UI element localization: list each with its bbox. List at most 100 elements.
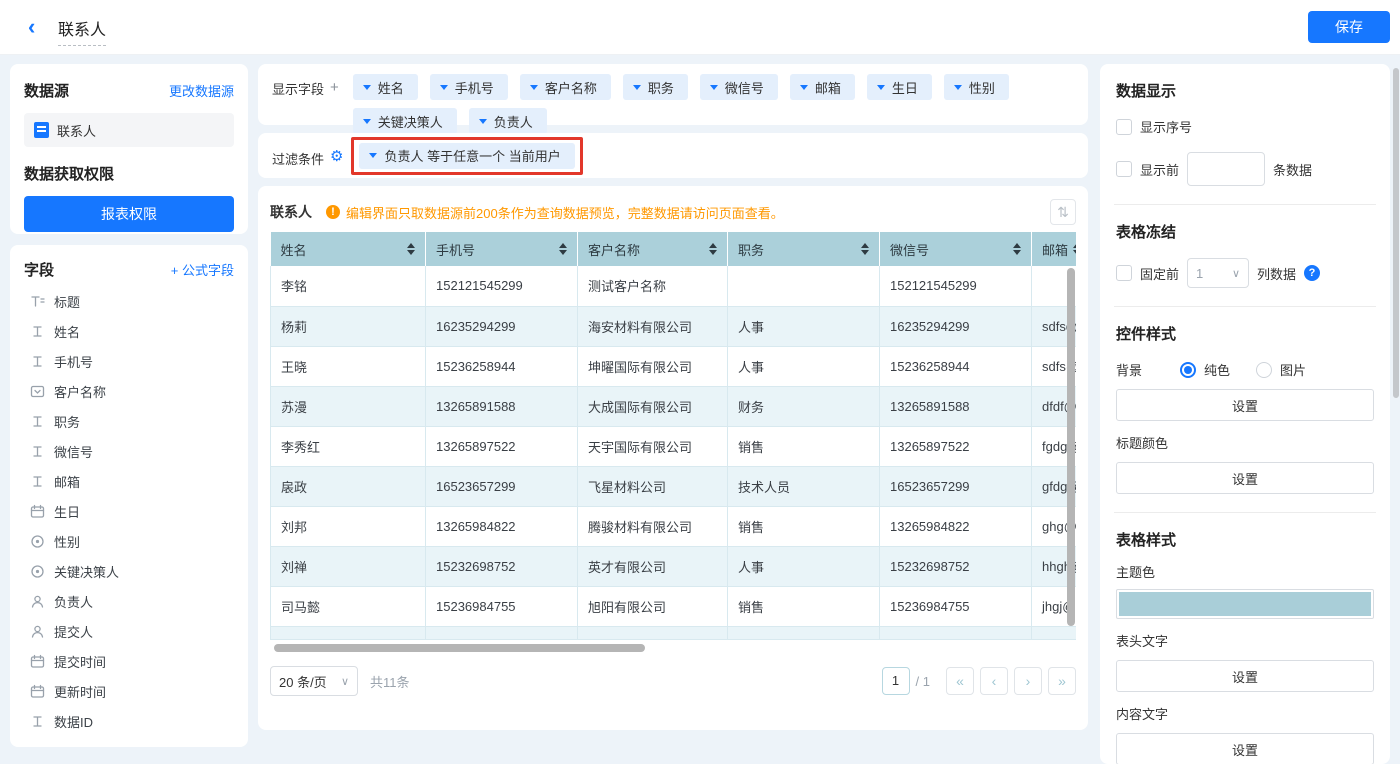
show-first-count-input[interactable]: [1187, 152, 1265, 186]
display-fields-panel: 显示字段 + 姓名手机号客户名称职务微信号邮箱生日性别关键决策人负责人: [258, 64, 1088, 125]
fields-heading: 字段: [24, 259, 54, 280]
field-item[interactable]: 职务: [24, 406, 234, 436]
chevron-down-icon: [954, 85, 962, 90]
text-field-icon: [30, 714, 45, 729]
title-color-set-button[interactable]: 设置: [1116, 462, 1374, 494]
sort-carets-icon[interactable]: [861, 243, 869, 255]
show-index-checkbox[interactable]: [1116, 119, 1132, 135]
table-row[interactable]: 司马懿15236984755旭阳有限公司销售15236984755jhgj@16: [271, 586, 1077, 626]
date-field-icon: [30, 684, 45, 699]
column-header[interactable]: 邮箱: [1032, 232, 1077, 266]
annotation-highlight-box: 负责人 等于任意一个 当前用户: [351, 137, 582, 175]
display-field-tag[interactable]: 手机号: [430, 74, 508, 100]
field-item[interactable]: 生日: [24, 496, 234, 526]
display-field-tag[interactable]: 生日: [867, 74, 932, 100]
display-field-tag[interactable]: 职务: [623, 74, 688, 100]
table-row[interactable]: 扆政16523657299飞星材料公司技术人员16523657299gfdg@1: [271, 466, 1077, 506]
document-icon: [34, 122, 49, 138]
add-formula-field-link[interactable]: + 公式字段: [171, 260, 234, 279]
add-display-field-icon[interactable]: +: [330, 79, 339, 115]
window-scrollbar[interactable]: [1393, 68, 1399, 398]
column-header[interactable]: 微信号: [880, 232, 1032, 266]
display-field-tag[interactable]: 微信号: [700, 74, 778, 100]
table-horizontal-scrollbar[interactable]: [270, 644, 1076, 652]
field-item[interactable]: 手机号: [24, 346, 234, 376]
first-page-button[interactable]: «: [946, 667, 974, 695]
field-item[interactable]: 微信号: [24, 436, 234, 466]
datasource-item[interactable]: 联系人: [24, 113, 234, 147]
next-page-button[interactable]: ›: [1014, 667, 1042, 695]
background-set-button[interactable]: 设置: [1116, 389, 1374, 421]
field-item[interactable]: 客户名称: [24, 376, 234, 406]
theme-color-swatch[interactable]: [1116, 589, 1374, 619]
column-header[interactable]: 职务: [728, 232, 880, 266]
column-header[interactable]: 手机号: [426, 232, 578, 266]
field-item[interactable]: 更新时间: [24, 676, 234, 706]
field-item[interactable]: 负责人: [24, 586, 234, 616]
inspector-panel: 数据显示 显示序号 显示前 条数据 表格冻结 固定前 1 ∨ 列数据 ? 控件样…: [1100, 64, 1390, 764]
table-row[interactable]: 苏漫13265891588大成国际有限公司财务13265891588dfdf@1: [271, 386, 1077, 426]
display-field-tag[interactable]: 性别: [944, 74, 1009, 100]
table-row[interactable]: 刘邦13265984822腾骏材料有限公司销售13265984822ghg@16: [271, 506, 1077, 546]
save-button[interactable]: 保存: [1308, 11, 1390, 43]
freeze-checkbox[interactable]: [1116, 265, 1132, 281]
filter-condition-text: 负责人 等于任意一个 当前用户: [384, 146, 560, 165]
field-item[interactable]: 提交人: [24, 616, 234, 646]
sort-carets-icon[interactable]: [1013, 243, 1021, 255]
chevron-down-icon: ∨: [341, 675, 349, 688]
datasource-heading: 数据源: [24, 80, 69, 101]
fields-list: 标题姓名手机号客户名称职务微信号邮箱生日性别关键决策人负责人提交人提交时间更新时…: [24, 286, 234, 736]
display-field-tag[interactable]: 负责人: [469, 108, 547, 134]
table-vertical-scrollbar[interactable]: [1067, 268, 1075, 626]
chevron-down-icon: [530, 85, 538, 90]
display-field-tag[interactable]: 客户名称: [520, 74, 611, 100]
display-field-tag[interactable]: 姓名: [353, 74, 418, 100]
field-item[interactable]: 关键决策人: [24, 556, 234, 586]
prev-page-button[interactable]: ‹: [980, 667, 1008, 695]
freeze-count-select[interactable]: 1 ∨: [1187, 258, 1249, 288]
gear-icon[interactable]: ⚙: [330, 147, 343, 165]
solid-color-label: 纯色: [1204, 360, 1230, 379]
chevron-down-icon: [800, 85, 808, 90]
column-header[interactable]: 姓名: [271, 232, 426, 266]
table-row[interactable]: 杨莉16235294299海安材料有限公司人事16235294299sdfsd@: [271, 306, 1077, 346]
freeze-suffix: 列数据: [1257, 264, 1296, 283]
sort-carets-icon[interactable]: [559, 243, 567, 255]
filter-condition-tag[interactable]: 负责人 等于任意一个 当前用户: [359, 143, 574, 169]
chevron-down-icon: [710, 85, 718, 90]
field-item[interactable]: 姓名: [24, 316, 234, 346]
table-header-row: 姓名手机号客户名称职务微信号邮箱: [271, 232, 1077, 266]
help-icon[interactable]: ?: [1304, 265, 1320, 281]
field-item[interactable]: 标题: [24, 286, 234, 316]
change-datasource-link[interactable]: 更改数据源: [169, 81, 234, 100]
display-field-tag[interactable]: 关键决策人: [353, 108, 457, 134]
field-item[interactable]: 邮箱: [24, 466, 234, 496]
table-row[interactable]: 李秀红13265897522天宇国际有限公司销售13265897522fgdgf…: [271, 426, 1077, 466]
current-page-input[interactable]: 1: [882, 667, 910, 695]
field-item[interactable]: 性别: [24, 526, 234, 556]
image-radio[interactable]: [1256, 362, 1272, 378]
table-row[interactable]: 王晓15236258944坤曜国际有限公司人事15236258944sdfs@1: [271, 346, 1077, 386]
header-text-set-button[interactable]: 设置: [1116, 660, 1374, 692]
field-item[interactable]: 提交时间: [24, 646, 234, 676]
field-item[interactable]: 数据ID: [24, 706, 234, 736]
content-text-set-button[interactable]: 设置: [1116, 733, 1374, 764]
solid-color-radio[interactable]: [1180, 362, 1196, 378]
column-header[interactable]: 客户名称: [578, 232, 728, 266]
table-row[interactable]: [271, 626, 1077, 640]
sort-carets-icon[interactable]: [1073, 243, 1076, 255]
show-first-checkbox[interactable]: [1116, 161, 1132, 177]
sort-carets-icon[interactable]: [407, 243, 415, 255]
table-body: 李铭152121545299测试客户名称152121545299杨莉162352…: [271, 266, 1077, 640]
back-icon[interactable]: ‹: [28, 15, 35, 39]
date-field-icon: [30, 654, 45, 669]
table-row[interactable]: 李铭152121545299测试客户名称152121545299: [271, 266, 1077, 306]
widget-style-heading: 控件样式: [1116, 323, 1374, 344]
table-row[interactable]: 刘禅15232698752英才有限公司人事15232698752hhgh@: [271, 546, 1077, 586]
page-size-select[interactable]: 20 条/页 ∨: [270, 666, 358, 696]
report-permission-button[interactable]: 报表权限: [24, 196, 234, 232]
display-field-tag[interactable]: 邮箱: [790, 74, 855, 100]
sort-carets-icon[interactable]: [709, 243, 717, 255]
last-page-button[interactable]: »: [1048, 667, 1076, 695]
sort-order-icon[interactable]: ⇅: [1050, 199, 1076, 225]
